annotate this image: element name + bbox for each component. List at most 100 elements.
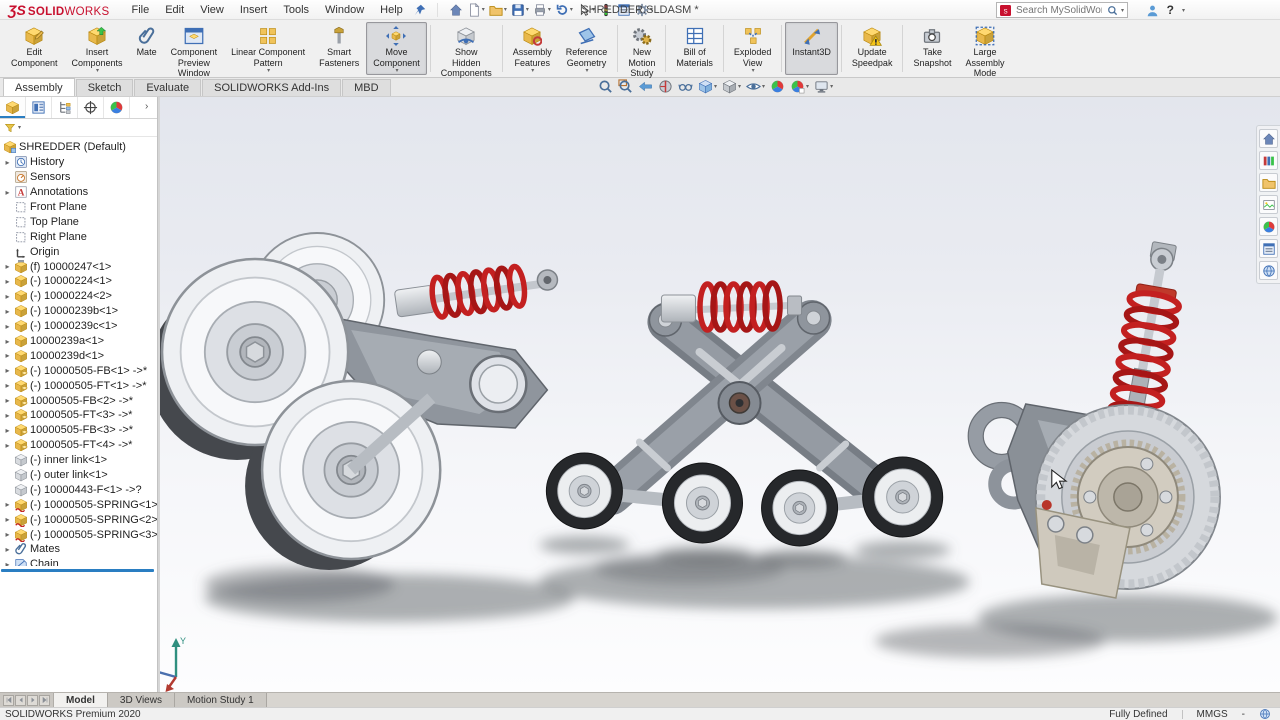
- study-nav-button[interactable]: [3, 695, 14, 706]
- expand-arrow-icon[interactable]: ▸: [3, 426, 12, 435]
- tree-item[interactable]: ▸ (-) 10000239b<1>: [0, 304, 157, 319]
- tree-item[interactable]: ▸ 10000505-FB<3> ->*: [0, 423, 157, 438]
- expand-arrow-icon[interactable]: ▸: [3, 262, 12, 271]
- search-input[interactable]: [1014, 4, 1104, 17]
- ribbon-button[interactable]: Take Snapshot: [906, 22, 958, 75]
- menu-item[interactable]: Edit: [157, 2, 192, 18]
- search-box[interactable]: S ▾: [996, 2, 1128, 18]
- ribbon-button[interactable]: New Motion Study: [621, 22, 662, 75]
- tree-item[interactable]: ▸ (f) 10000247<1>: [0, 259, 157, 274]
- expand-arrow-icon[interactable]: ▸: [3, 158, 12, 167]
- study-nav-button[interactable]: [27, 695, 38, 706]
- window-button[interactable]: [1219, 4, 1232, 17]
- command-tab[interactable]: Evaluate: [134, 79, 201, 96]
- task-pane-button[interactable]: [1259, 173, 1278, 192]
- study-nav-button[interactable]: [39, 695, 50, 706]
- ribbon-button[interactable]: Instant3D: [785, 22, 838, 75]
- expand-arrow-icon[interactable]: ▸: [3, 277, 12, 286]
- user-account-icon[interactable]: [1146, 4, 1159, 17]
- expand-arrow-icon[interactable]: ▸: [3, 307, 12, 316]
- menu-item[interactable]: Window: [317, 2, 372, 18]
- task-pane-button[interactable]: [1259, 239, 1278, 258]
- help-button[interactable]: ?: [1167, 3, 1174, 17]
- task-pane-button[interactable]: [1259, 195, 1278, 214]
- menu-item[interactable]: Insert: [232, 2, 276, 18]
- tree-item[interactable]: ▸ (-) 10000224<2>: [0, 289, 157, 304]
- window-button[interactable]: [1241, 4, 1254, 17]
- study-tab[interactable]: Motion Study 1: [175, 693, 267, 707]
- command-tab[interactable]: SOLIDWORKS Add-Ins: [202, 79, 341, 96]
- tree-item[interactable]: ▸ 10000505-FB<2> ->*: [0, 393, 157, 408]
- tree-item[interactable]: ▸ Top Plane: [0, 214, 157, 229]
- command-tab[interactable]: Sketch: [76, 79, 134, 96]
- doc-window-button[interactable]: [1260, 80, 1272, 92]
- tree-filter-bar[interactable]: ▾: [0, 119, 157, 137]
- ribbon-button[interactable]: Linear Component Pattern ▾: [224, 22, 312, 75]
- tree-item[interactable]: ▸ (-) 10000505-SPRING<2> ->: [0, 512, 157, 527]
- quick-access-button[interactable]: ▾: [466, 3, 486, 17]
- search-icon[interactable]: [1107, 5, 1118, 16]
- study-tab[interactable]: 3D Views: [108, 693, 175, 707]
- quick-access-button[interactable]: ▾: [488, 3, 508, 17]
- tree-item[interactable]: ▸ 10000239d<1>: [0, 348, 157, 363]
- ribbon-button[interactable]: Insert Components ▾: [65, 22, 130, 75]
- heads-up-button[interactable]: [658, 79, 673, 94]
- tree-item[interactable]: ▸ Mates: [0, 542, 157, 557]
- filter-caret-icon[interactable]: ▾: [18, 124, 21, 131]
- units-selector[interactable]: MMGS: [1197, 709, 1228, 720]
- ribbon-button[interactable]: Smart Fasteners: [312, 22, 366, 75]
- ribbon-button[interactable]: Component Preview Window: [164, 22, 225, 75]
- doc-window-button[interactable]: [1197, 80, 1209, 92]
- expand-arrow-icon[interactable]: ▸: [3, 322, 12, 331]
- expand-arrow-icon[interactable]: ▸: [3, 381, 12, 390]
- quick-access-button[interactable]: ▾: [554, 3, 574, 17]
- window-button[interactable]: [1263, 4, 1276, 17]
- task-pane-button[interactable]: [1259, 217, 1278, 236]
- ribbon-button[interactable]: Show Hidden Components: [434, 22, 499, 75]
- tree-item[interactable]: ▸ Chain: [0, 557, 157, 566]
- ribbon-button[interactable]: Update Speedpak: [845, 22, 900, 75]
- heads-up-button[interactable]: [678, 79, 693, 94]
- tree-item[interactable]: ▸ History: [0, 155, 157, 170]
- ribbon-button[interactable]: Bill of Materials: [669, 22, 720, 75]
- ribbon-button[interactable]: Large Assembly Mode: [958, 22, 1011, 75]
- ribbon-button[interactable]: Reference Geometry ▾: [559, 22, 615, 75]
- expand-arrow-icon[interactable]: ▸: [3, 530, 12, 539]
- task-pane-button[interactable]: [1259, 261, 1278, 280]
- tree-item[interactable]: ▸ (-) 10000505-FT<1> ->*: [0, 378, 157, 393]
- heads-up-button[interactable]: ▾: [814, 79, 833, 94]
- study-nav-button[interactable]: [15, 695, 26, 706]
- heads-up-button[interactable]: ▾: [722, 79, 741, 94]
- tree-item[interactable]: ▸ (-) 10000443-F<1> ->?: [0, 482, 157, 497]
- tree-item[interactable]: ▸ (-) 10000239c<1>: [0, 319, 157, 334]
- ribbon-button[interactable]: Assembly Features ▾: [506, 22, 559, 75]
- tree-item[interactable]: ▸ (-) outer link<1>: [0, 468, 157, 483]
- window-button[interactable]: [1197, 4, 1210, 17]
- tree-item[interactable]: ▸ A Annotations: [0, 185, 157, 200]
- filter-icon[interactable]: [4, 122, 16, 134]
- heads-up-button[interactable]: [598, 79, 613, 94]
- tree-item[interactable]: ▸ (-) 10000505-SPRING<1> ->: [0, 497, 157, 512]
- quick-access-button[interactable]: [448, 3, 464, 17]
- graphics-area[interactable]: Y Z: [160, 97, 1280, 692]
- heads-up-button[interactable]: ▾: [746, 79, 765, 94]
- tree-item[interactable]: ▸ (-) 10000505-SPRING<3> ->: [0, 527, 157, 542]
- manager-tab[interactable]: [104, 97, 130, 118]
- doc-window-button[interactable]: [1239, 80, 1251, 92]
- task-pane-button[interactable]: [1259, 129, 1278, 148]
- manager-tab[interactable]: [52, 97, 78, 118]
- pin-menu-icon[interactable]: [413, 3, 427, 17]
- expand-arrow-icon[interactable]: ▸: [3, 351, 12, 360]
- tree-item[interactable]: ▸ (-) 10000224<1>: [0, 274, 157, 289]
- command-tab[interactable]: MBD: [342, 79, 390, 96]
- expand-arrow-icon[interactable]: ▸: [3, 188, 12, 197]
- quick-access-button[interactable]: ▾: [510, 3, 530, 17]
- menu-item[interactable]: View: [192, 2, 232, 18]
- manager-tab[interactable]: [26, 97, 52, 118]
- heads-up-button[interactable]: [770, 79, 785, 94]
- tree-item[interactable]: ▸ Front Plane: [0, 200, 157, 215]
- ribbon-button[interactable]: Move Component ▾: [366, 22, 427, 75]
- tree-item[interactable]: ▸ (-) inner link<1>: [0, 453, 157, 468]
- tree-item[interactable]: ▸ Sensors: [0, 170, 157, 185]
- expand-arrow-icon[interactable]: ▸: [3, 500, 12, 509]
